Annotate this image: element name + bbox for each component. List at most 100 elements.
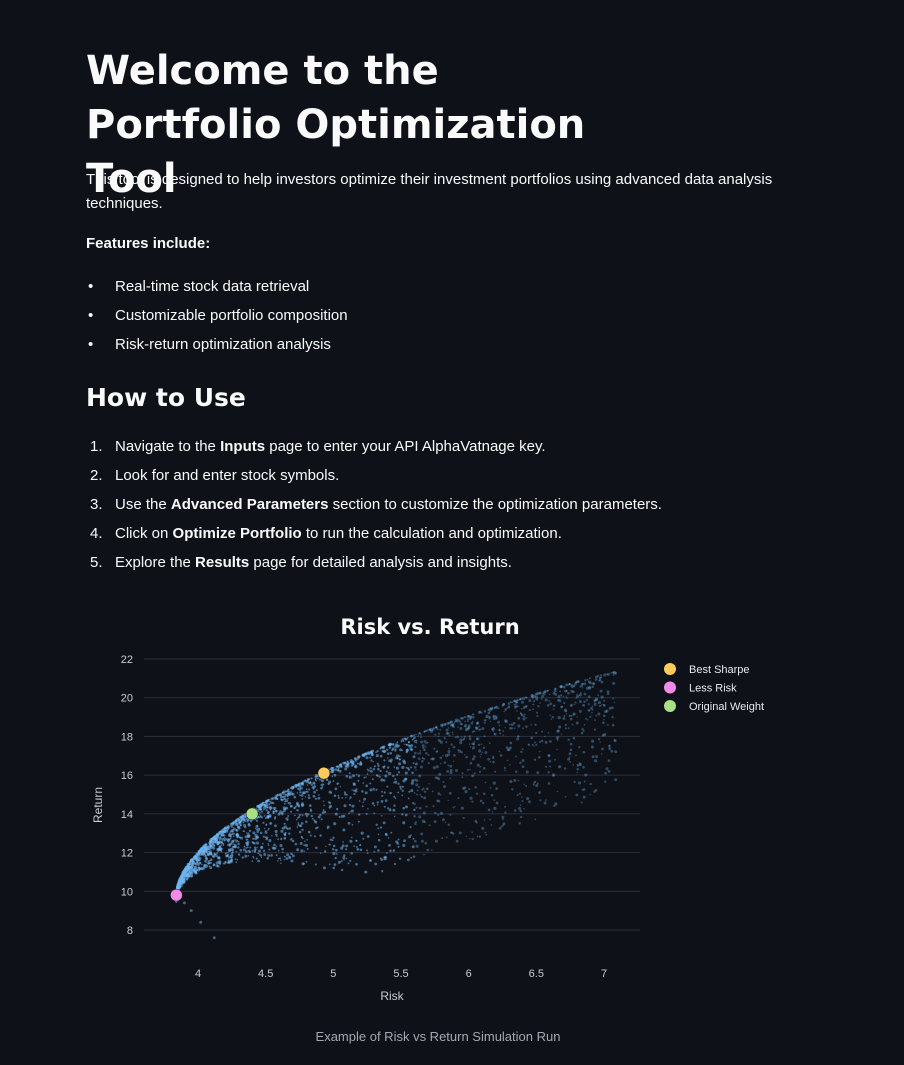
sim-point: [305, 820, 308, 823]
sim-point: [281, 826, 285, 830]
sim-point: [213, 837, 217, 841]
sim-point: [445, 836, 448, 839]
sim-point: [379, 769, 382, 773]
sim-point: [180, 877, 183, 881]
series-point-best-sharpe[interactable]: [317, 766, 331, 780]
sim-point: [189, 860, 192, 863]
sim-point: [419, 793, 422, 796]
sim-point: [209, 845, 213, 849]
sim-point: [387, 807, 390, 810]
sim-point: [284, 795, 287, 798]
sim-point: [375, 774, 378, 777]
sim-point: [375, 751, 377, 753]
sim-point: [203, 843, 207, 847]
sim-point: [367, 751, 371, 755]
sim-point: [343, 804, 347, 808]
sim-point: [449, 764, 453, 768]
sim-point: [386, 748, 389, 751]
sim-point: [235, 839, 239, 843]
sim-point: [381, 790, 383, 793]
sim-point: [431, 757, 435, 761]
sim-point: [452, 806, 455, 809]
sim-point: [484, 751, 488, 754]
sim-point: [541, 692, 545, 695]
sim-point: [329, 838, 333, 841]
sim-point: [386, 752, 390, 756]
sim-point: [564, 723, 568, 727]
sim-point: [294, 842, 298, 846]
sim-point: [301, 836, 303, 839]
sim-point: [332, 851, 336, 856]
sim-point: [463, 715, 467, 719]
sim-point: [446, 769, 450, 773]
sim-point: [473, 772, 476, 775]
sim-point: [608, 706, 612, 710]
legend-label[interactable]: Less Risk: [689, 683, 737, 695]
sim-point: [606, 724, 609, 726]
sim-point: [469, 796, 473, 800]
sim-point: [195, 858, 198, 861]
series-point-original-weight[interactable]: [245, 807, 259, 821]
sim-point: [449, 768, 453, 772]
legend-marker[interactable]: [664, 663, 676, 675]
legend-marker[interactable]: [664, 700, 676, 712]
sim-point: [599, 689, 603, 693]
sim-point: [549, 702, 553, 706]
sim-point: [536, 715, 539, 718]
sim-point: [232, 843, 235, 845]
sim-point: [288, 827, 292, 830]
sim-point: [607, 759, 611, 762]
risk-return-chart[interactable]: Risk vs. Return 8 10 12 14 16 18 20 22 4 4.5 5 5.5 6 6…: [0, 0, 904, 1060]
series-point-less-risk[interactable]: [170, 888, 183, 902]
sim-point: [238, 841, 240, 843]
sim-point: [301, 798, 304, 800]
sim-point: [519, 698, 522, 701]
sim-point: [232, 823, 235, 826]
sim-point: [271, 846, 275, 850]
sim-point: [273, 808, 276, 811]
sim-point: [556, 736, 560, 739]
sim-point: [244, 850, 248, 853]
sim-point: [291, 786, 294, 790]
sim-point: [267, 829, 269, 831]
sim-point: [560, 705, 564, 708]
sim-point: [498, 724, 501, 727]
sim-point: [343, 761, 346, 765]
sim-point: [447, 764, 450, 767]
sim-point: [305, 790, 308, 793]
sim-point: [462, 816, 465, 820]
sim-point: [498, 729, 501, 732]
sim-point: [296, 792, 299, 794]
sim-point: [398, 857, 402, 860]
sim-point: [425, 805, 428, 808]
y-tick-label: 8: [127, 925, 133, 937]
sim-point: [488, 715, 491, 719]
sim-point: [547, 771, 550, 774]
sim-point: [540, 739, 544, 743]
sim-point: [551, 716, 554, 719]
legend-label[interactable]: Best Sharpe: [689, 664, 750, 676]
sim-point: [406, 737, 408, 740]
sim-point: [374, 862, 378, 866]
sim-point: [287, 797, 289, 800]
sim-point: [597, 738, 601, 741]
sim-point: [352, 782, 356, 786]
sim-point: [482, 766, 486, 770]
sim-point: [390, 760, 393, 763]
legend-marker[interactable]: [664, 681, 676, 694]
sim-point: [393, 815, 396, 818]
sim-point: [217, 850, 220, 853]
sim-point: [441, 837, 444, 840]
sim-point: [415, 806, 418, 809]
sim-point: [439, 756, 443, 760]
sim-point: [494, 770, 497, 773]
sim-point: [484, 781, 487, 784]
sim-point: [401, 813, 404, 816]
sim-point: [270, 854, 273, 857]
sim-point: [349, 804, 352, 807]
sim-point: [207, 862, 210, 865]
legend-label[interactable]: Original Weight: [689, 701, 764, 713]
sim-point: [491, 727, 495, 731]
sim-point: [232, 832, 235, 836]
sim-point: [369, 782, 372, 785]
